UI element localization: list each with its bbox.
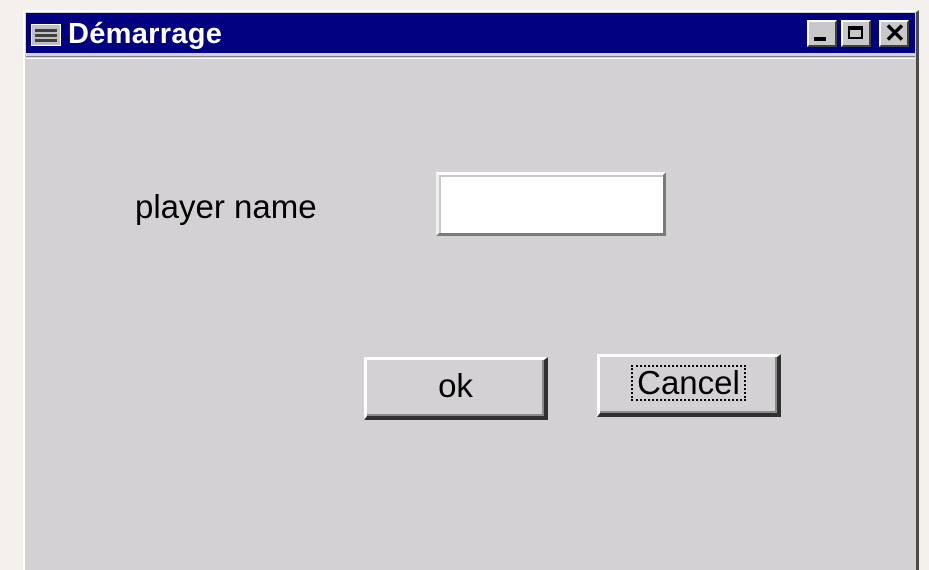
window-menu-icon[interactable]: [31, 24, 61, 46]
close-button[interactable]: ✕: [879, 20, 909, 47]
window-title: Démarrage: [68, 18, 223, 50]
minimize-button[interactable]: [807, 20, 837, 47]
ok-button-label: ok: [438, 367, 473, 404]
title-separator: [26, 56, 915, 59]
minimize-icon: [814, 37, 826, 41]
maximize-icon: [848, 26, 863, 39]
close-icon: ✕: [884, 18, 906, 48]
demarrage-window: Démarrage ✕ player name ok Cancel: [23, 10, 919, 570]
title-bar[interactable]: Démarrage ✕: [26, 13, 915, 53]
maximize-button[interactable]: [841, 20, 871, 47]
cancel-button[interactable]: Cancel: [597, 354, 781, 417]
player-name-label: player name: [135, 188, 317, 225]
player-name-input[interactable]: [436, 172, 666, 236]
ok-button[interactable]: ok: [364, 357, 548, 420]
cancel-button-label: Cancel: [631, 365, 746, 401]
